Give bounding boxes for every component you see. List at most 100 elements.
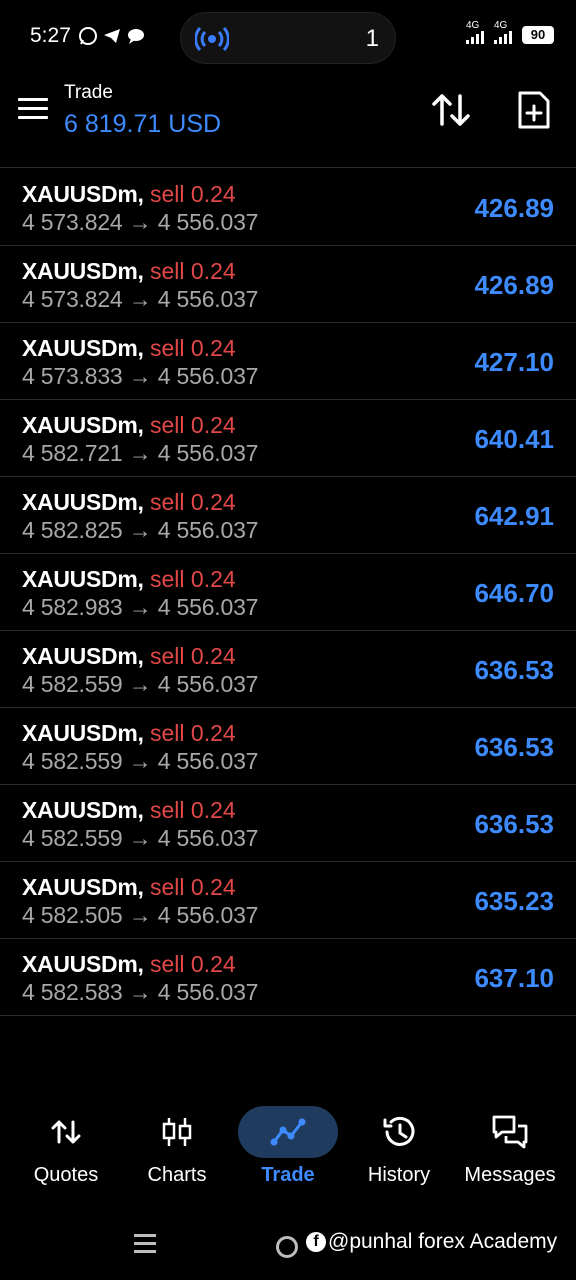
trade-prices: 4 582.983 → 4 556.037 [22,594,258,621]
trade-side-volume: sell 0.24 [150,412,236,438]
messages-icon [492,1115,528,1149]
open-price: 4 582.505 [22,902,123,928]
trade-side-volume: sell 0.24 [150,258,236,284]
open-price: 4 582.983 [22,594,123,620]
page-title: Trade [64,82,113,103]
open-price: 4 582.559 [22,671,123,697]
trade-symbol: XAUUSDm, [22,643,144,669]
price-arrow: → [128,979,152,1005]
live-activity-pill[interactable]: 1 [180,12,396,64]
trade-prices: 4 582.559 → 4 556.037 [22,825,258,852]
trade-row[interactable]: XAUUSDm, sell 0.24 4 573.824 → 4 556.037 42… [0,169,576,246]
notification-icons [78,26,146,46]
price-arrow: → [128,517,152,543]
trade-row[interactable]: XAUUSDm, sell 0.24 4 582.825 → 4 556.037 64… [0,477,576,554]
price-arrow: → [128,440,152,466]
trade-symbol: XAUUSDm, [22,489,144,515]
nav-label: Charts [147,1164,207,1186]
trade-row[interactable]: XAUUSDm, sell 0.24 4 573.833 → 4 556.037 42… [0,323,576,400]
network-type-sim1: 4G [466,20,480,31]
trade-row[interactable]: XAUUSDm, sell 0.24 4 582.505 → 4 556.037 63… [0,862,576,939]
trade-side-volume: sell 0.24 [150,181,236,207]
nav-charts[interactable]: Charts [121,1100,233,1200]
trade-profit: 636.53 [474,732,554,762]
current-price: 4 556.037 [157,517,259,543]
trade-profit: 640.41 [474,424,554,454]
recent-apps-icon[interactable] [134,1234,156,1256]
telegram-icon [104,29,120,43]
charts-icon [162,1118,192,1146]
activity-count: 1 [365,25,379,52]
trade-side-volume: sell 0.24 [150,566,236,592]
open-price: 4 582.721 [22,440,123,466]
trade-row[interactable]: XAUUSDm, sell 0.24 4 582.983 → 4 556.037 64… [0,554,576,631]
facebook-icon: f [306,1232,326,1252]
bottom-navigation: Quotes Charts Trade History Messages [0,1100,576,1210]
status-time: 5:27 [30,24,71,47]
trade-symbol: XAUUSDm, [22,335,144,361]
watermark: f @punhal forex Academy [306,1230,557,1254]
trade-side-volume: sell 0.24 [150,489,236,515]
current-price: 4 556.037 [157,209,259,235]
trade-row[interactable]: XAUUSDm, sell 0.24 4 582.559 → 4 556.037 63… [0,631,576,708]
trade-prices: 4 582.721 → 4 556.037 [22,440,258,467]
nav-quotes[interactable]: Quotes [10,1100,122,1200]
price-arrow: → [128,209,152,235]
open-price: 4 573.824 [22,286,123,312]
trade-row[interactable]: XAUUSDm, sell 0.24 4 573.824 → 4 556.037 42… [0,246,576,323]
price-arrow: → [128,363,152,389]
account-balance: 6 819.71 USD [64,110,222,138]
home-icon[interactable] [276,1236,298,1258]
trade-profit: 426.89 [474,270,554,300]
chat-bubble-icon [128,29,144,44]
nav-label: History [367,1164,431,1186]
current-price: 4 556.037 [157,286,259,312]
signal-icon-sim2: 4G [494,20,516,44]
trade-prices: 4 582.825 → 4 556.037 [22,517,258,544]
current-price: 4 556.037 [157,748,259,774]
nav-trade[interactable]: Trade [232,1100,344,1200]
price-arrow: → [128,594,152,620]
trade-symbol: XAUUSDm, [22,797,144,823]
trade-side-volume: sell 0.24 [150,951,236,977]
open-price: 4 573.833 [22,363,123,389]
trade-symbol: XAUUSDm, [22,951,144,977]
current-price: 4 556.037 [157,902,259,928]
trade-symbol: XAUUSDm, [22,181,144,207]
nav-label: Messages [464,1164,556,1186]
trade-list: XAUUSDm, sell 0.24 4 573.824 → 4 556.037 42… [0,169,576,1016]
trade-row[interactable]: XAUUSDm, sell 0.24 4 582.559 → 4 556.037 63… [0,785,576,862]
nav-history[interactable]: History [343,1100,455,1200]
trade-icon [270,1118,306,1146]
current-price: 4 556.037 [157,979,259,1005]
current-price: 4 556.037 [157,825,259,851]
current-price: 4 556.037 [157,594,259,620]
trade-row[interactable]: XAUUSDm, sell 0.24 4 582.721 → 4 556.037 64… [0,400,576,477]
price-arrow: → [128,825,152,851]
hamburger-menu-icon[interactable] [18,98,48,120]
open-price: 4 582.825 [22,517,123,543]
open-price: 4 582.559 [22,825,123,851]
trade-row[interactable]: XAUUSDm, sell 0.24 4 582.583 → 4 556.037 63… [0,939,576,1016]
trade-symbol: XAUUSDm, [22,874,144,900]
trade-side-volume: sell 0.24 [150,643,236,669]
price-arrow: → [128,671,152,697]
whatsapp-icon [79,27,97,45]
trade-prices: 4 573.824 → 4 556.037 [22,286,258,313]
current-price: 4 556.037 [157,363,259,389]
trade-side-volume: sell 0.24 [150,720,236,746]
quotes-icon [51,1120,81,1144]
new-order-icon[interactable] [516,90,552,130]
price-arrow: → [128,748,152,774]
price-arrow: → [128,902,152,928]
trade-symbol: XAUUSDm, [22,412,144,438]
trade-prices: 4 582.559 → 4 556.037 [22,671,258,698]
trade-symbol: XAUUSDm, [22,720,144,746]
open-price: 4 582.583 [22,979,123,1005]
sort-icon[interactable] [430,90,472,130]
trade-side-volume: sell 0.24 [150,874,236,900]
trade-profit: 426.89 [474,193,554,223]
nav-messages[interactable]: Messages [454,1100,566,1200]
trade-row[interactable]: XAUUSDm, sell 0.24 4 582.559 → 4 556.037 63… [0,708,576,785]
trade-prices: 4 573.824 → 4 556.037 [22,209,258,236]
